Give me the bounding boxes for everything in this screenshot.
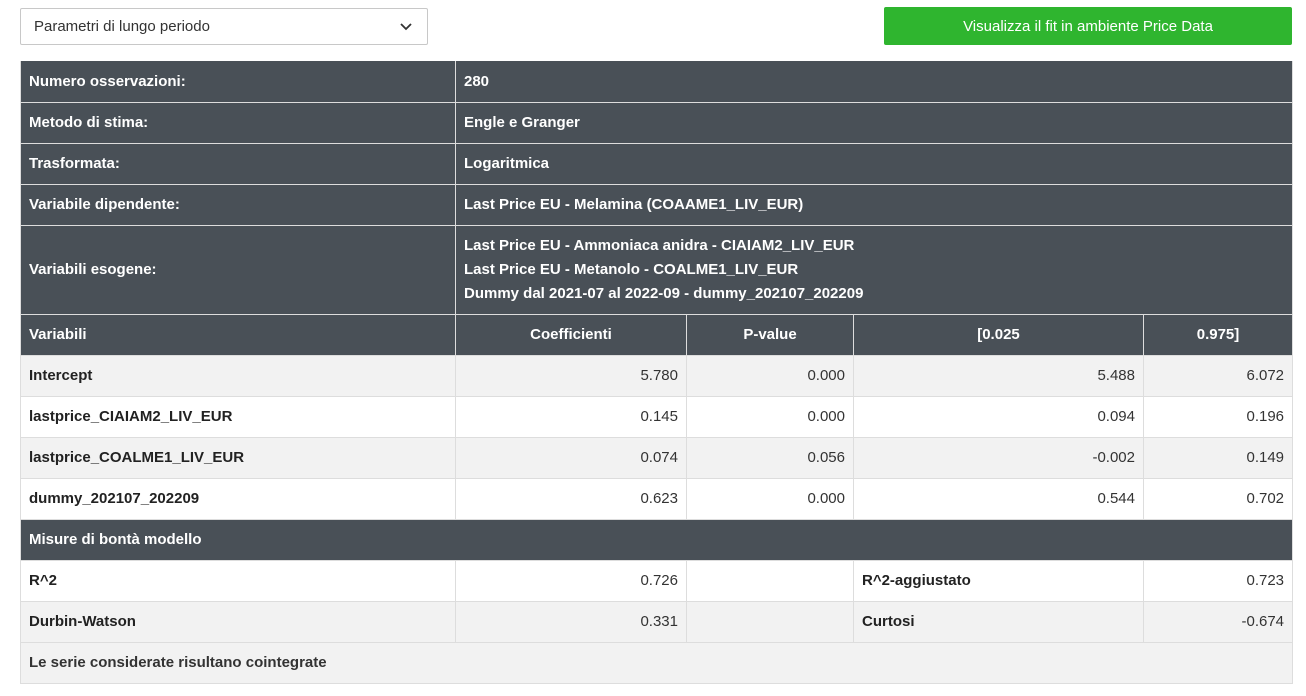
info-value: Logaritmica (455, 143, 1294, 185)
fit-value: -0.674 (1143, 601, 1294, 643)
info-value: Last Price EU - Melamina (COAAME1_LIV_EU… (455, 184, 1294, 226)
info-row: Trasformata: Logaritmica (20, 143, 1294, 185)
exog-label: Variabili esogene: (20, 225, 456, 315)
ci-high: 6.072 (1143, 355, 1294, 397)
coefficient: 0.145 (455, 396, 687, 438)
ci-high: 0.196 (1143, 396, 1294, 438)
results-table: Numero osservazioni: 280 Metodo di stima… (19, 61, 1294, 684)
chevron-down-icon (400, 23, 412, 31)
period-select[interactable]: Parametri di lungo periodo (20, 8, 428, 45)
exog-value: Last Price EU - Ammoniaca anidra - CIAIA… (464, 236, 855, 254)
ci-low: 0.094 (853, 396, 1144, 438)
p-value: 0.000 (686, 355, 854, 397)
info-row: Variabile dipendente: Last Price EU - Me… (20, 184, 1294, 226)
ci-low: 5.488 (853, 355, 1144, 397)
ci-low: -0.002 (853, 437, 1144, 479)
fit-row: R^2 0.726 R^2-aggiustato 0.723 (20, 560, 1294, 602)
table-row: lastprice_COALME1_LIV_EUR 0.074 0.056 -0… (20, 437, 1294, 479)
info-row: Metodo di stima: Engle e Granger (20, 102, 1294, 144)
conclusion-text: Le serie considerate risultano cointegra… (19, 642, 1294, 684)
coefficient: 0.074 (455, 437, 687, 479)
fit-spacer (686, 601, 854, 643)
period-select-value: Parametri di lungo periodo (34, 18, 210, 35)
table-row: Intercept 5.780 0.000 5.488 6.072 (20, 355, 1294, 397)
fit-label: R^2 (20, 560, 456, 602)
ci-low: 0.544 (853, 478, 1144, 520)
col-header-coefficienti: Coefficienti (455, 314, 687, 356)
coef-header-row: Variabili Coefficienti P-value [0.025 0.… (20, 314, 1294, 356)
variable-name: lastprice_COALME1_LIV_EUR (20, 437, 456, 479)
fit-row: Durbin-Watson 0.331 Curtosi -0.674 (20, 601, 1294, 643)
exog-row: Variabili esogene: Last Price EU - Ammon… (20, 225, 1294, 315)
variable-name: dummy_202107_202209 (20, 478, 456, 520)
exog-value: Dummy dal 2021-07 al 2022-09 - dummy_202… (464, 284, 864, 302)
fit-label: Curtosi (853, 601, 1144, 643)
p-value: 0.056 (686, 437, 854, 479)
info-label: Metodo di stima: (20, 102, 456, 144)
fit-value: 0.726 (455, 560, 687, 602)
col-header-ci-high: 0.975] (1143, 314, 1294, 356)
col-header-ci-low: [0.025 (853, 314, 1144, 356)
coefficient: 5.780 (455, 355, 687, 397)
ci-high: 0.702 (1143, 478, 1294, 520)
table-row: dummy_202107_202209 0.623 0.000 0.544 0.… (20, 478, 1294, 520)
ci-high: 0.149 (1143, 437, 1294, 479)
fit-spacer (686, 560, 854, 602)
p-value: 0.000 (686, 478, 854, 520)
fit-value: 0.331 (455, 601, 687, 643)
exog-values: Last Price EU - Ammoniaca anidra - CIAIA… (455, 225, 1294, 315)
col-header-pvalue: P-value (686, 314, 854, 356)
p-value: 0.000 (686, 396, 854, 438)
view-fit-button[interactable]: Visualizza il fit in ambiente Price Data (884, 7, 1292, 45)
coefficient: 0.623 (455, 478, 687, 520)
info-label: Variabile dipendente: (20, 184, 456, 226)
fit-value: 0.723 (1143, 560, 1294, 602)
variable-name: Intercept (20, 355, 456, 397)
info-row: Numero osservazioni: 280 (20, 61, 1294, 103)
info-label: Numero osservazioni: (20, 61, 456, 103)
info-label: Trasformata: (20, 143, 456, 185)
fit-section-title: Misure di bontà modello (19, 519, 1294, 561)
fit-section-header: Misure di bontà modello (19, 519, 1294, 561)
variable-name: lastprice_CIAIAM2_LIV_EUR (20, 396, 456, 438)
fit-label: Durbin-Watson (20, 601, 456, 643)
col-header-variabili: Variabili (20, 314, 456, 356)
table-row: lastprice_CIAIAM2_LIV_EUR 0.145 0.000 0.… (20, 396, 1294, 438)
fit-label: R^2-aggiustato (853, 560, 1144, 602)
exog-value: Last Price EU - Metanolo - COALME1_LIV_E… (464, 260, 799, 278)
info-value: 280 (455, 61, 1294, 103)
info-value: Engle e Granger (455, 102, 1294, 144)
conclusion-row: Le serie considerate risultano cointegra… (19, 642, 1294, 684)
